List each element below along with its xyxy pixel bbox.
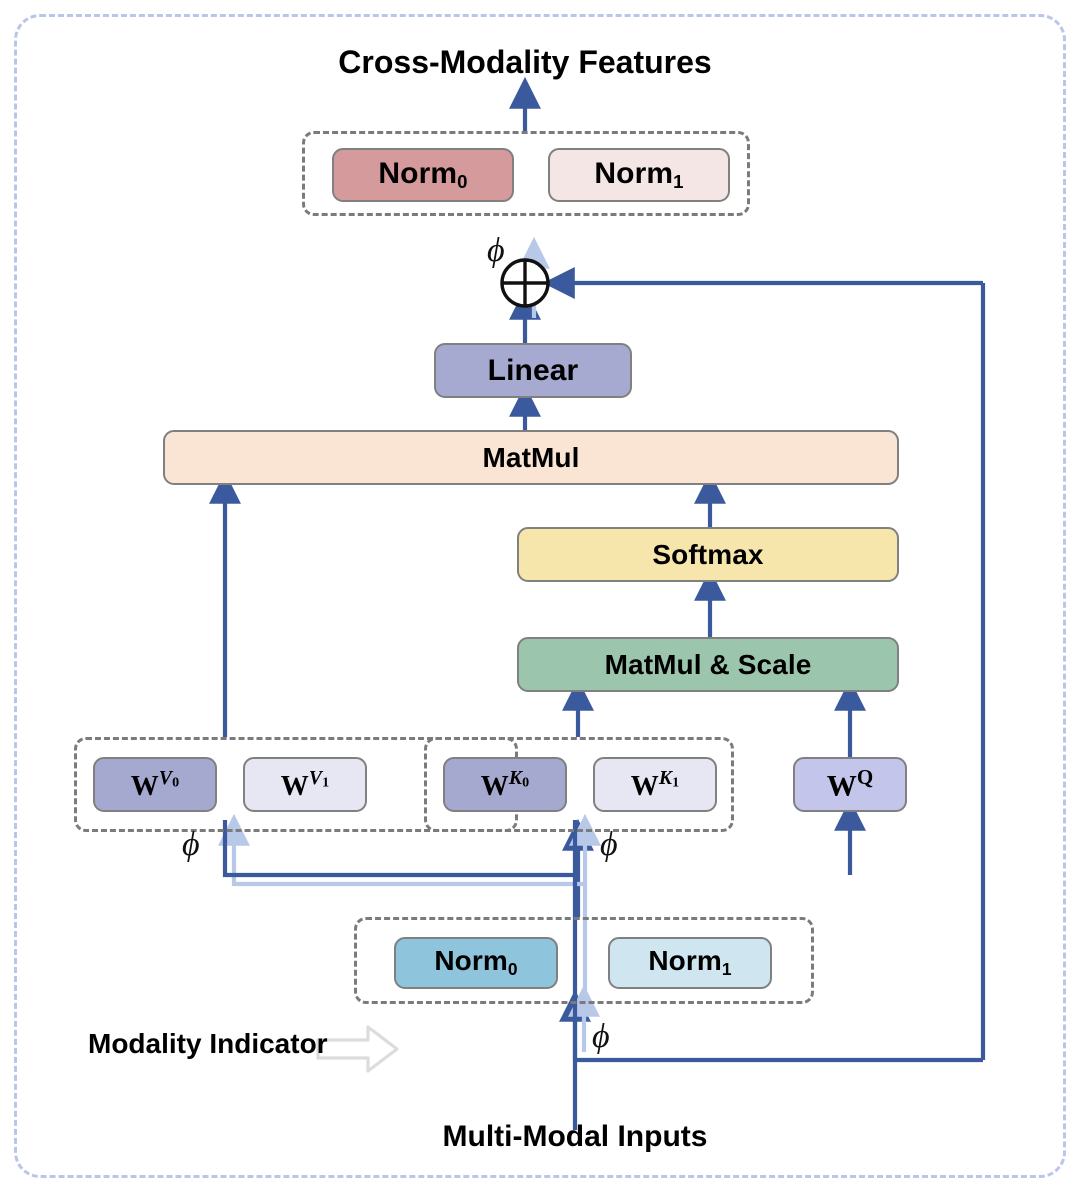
node-label: Softmax xyxy=(652,538,764,570)
node-softmax[interactable]: Softmax xyxy=(517,527,899,582)
node-norm1_bottom[interactable]: Norm1 xyxy=(608,937,772,989)
weight-node-label: WV1 xyxy=(280,767,330,802)
node-label: Linear xyxy=(487,353,579,387)
node-norm0_top[interactable]: Norm0 xyxy=(332,148,514,202)
node-wk1[interactable]: WK1 xyxy=(593,757,717,812)
diagram-canvas: Cross-Modality Features Multi-Modal Inpu… xyxy=(0,0,1080,1192)
phi-value-branch: ϕ xyxy=(182,826,200,863)
modality-indicator-block-arrow xyxy=(316,1025,399,1073)
node-linear[interactable]: Linear xyxy=(434,343,632,398)
node-wq[interactable]: WQ xyxy=(793,757,907,812)
node-label: Norm0 xyxy=(434,945,518,980)
weight-node-label: WK0 xyxy=(480,767,530,802)
weight-node-label: WK1 xyxy=(630,767,680,802)
phi-input: ϕ xyxy=(592,1018,610,1055)
node-label: WQ xyxy=(826,765,874,803)
add-operator-circle xyxy=(500,258,550,308)
node-label: Norm0 xyxy=(378,156,468,192)
weight-node-label: WV0 xyxy=(130,767,180,802)
page-title-cross-modality-features: Cross-Modality Features xyxy=(338,44,712,80)
node-matmul_scale[interactable]: MatMul & Scale xyxy=(517,637,899,692)
node-label: Norm1 xyxy=(648,945,732,980)
node-norm0_bottom[interactable]: Norm0 xyxy=(394,937,558,989)
node-matmul[interactable]: MatMul xyxy=(163,430,899,485)
node-label: MatMul xyxy=(482,441,580,473)
node-label: MatMul & Scale xyxy=(604,648,812,680)
page-title-multi-modal-inputs: Multi-Modal Inputs xyxy=(442,1120,708,1153)
node-label: Norm1 xyxy=(594,156,684,192)
node-wk0[interactable]: WK0 xyxy=(443,757,567,812)
node-wv1[interactable]: WV1 xyxy=(243,757,367,812)
phi-residual-add: ϕ xyxy=(487,232,505,269)
modality-indicator-label: Modality Indicator xyxy=(88,1028,328,1059)
node-wv0[interactable]: WV0 xyxy=(93,757,217,812)
phi-key-branch: ϕ xyxy=(600,826,618,863)
node-norm1_top[interactable]: Norm1 xyxy=(548,148,730,202)
